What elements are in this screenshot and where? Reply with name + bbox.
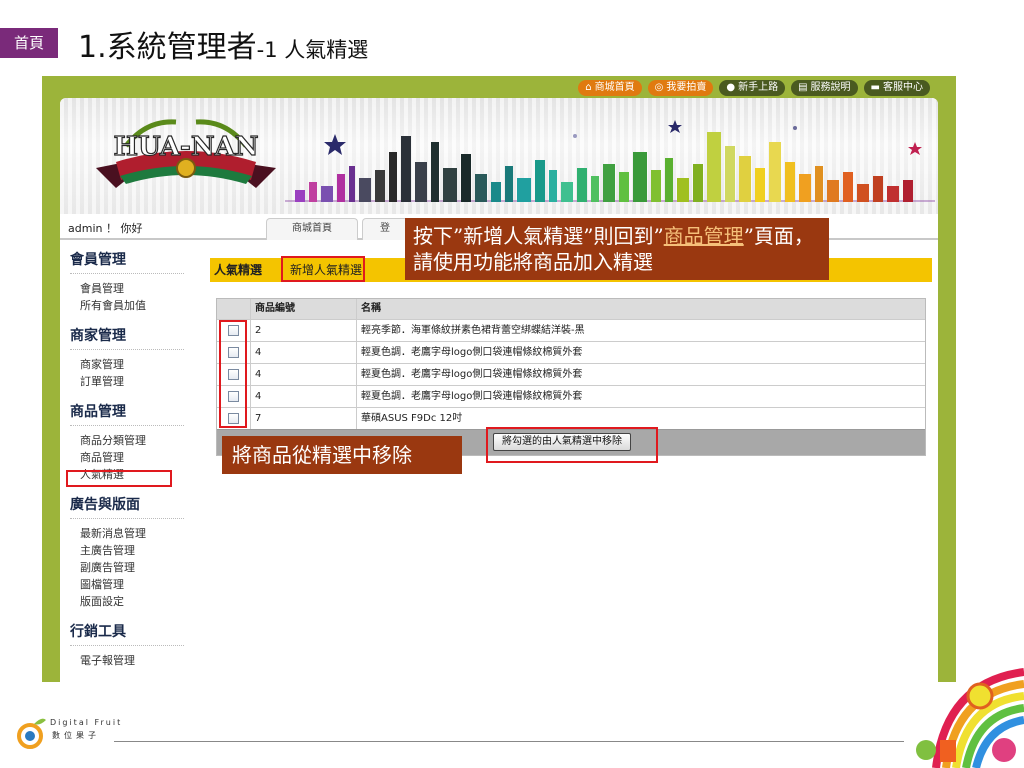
table-row: 4 輕夏色調．老鷹字母logo側口袋連帽條紋棉質外套 (217, 385, 925, 407)
site-banner: HUA-NAN (60, 98, 938, 214)
sidebar-item-merchant-management[interactable]: 商家管理 (80, 356, 186, 373)
sidebar-item-order-management[interactable]: 訂單管理 (80, 373, 186, 390)
row-product-id: 4 (251, 364, 357, 385)
row-product-id: 7 (251, 408, 357, 429)
auction-icon: ◎ (654, 82, 664, 93)
sidebar-item-category-management[interactable]: 商品分類管理 (80, 432, 186, 449)
highlight-add-tab (281, 256, 365, 282)
hua-nan-logo[interactable]: HUA-NAN (86, 110, 286, 206)
callout-add-instruction: 按下”新增人氣精選”則回到”商品管理”頁面，請使用功能將商品加入精選 (405, 218, 829, 280)
row-product-name: 華碩ASUS F9Dc 12吋 (361, 413, 463, 424)
row-product-name: 輕夏色調．老鷹字母logo側口袋連帽條紋棉質外套 (361, 369, 583, 380)
top-nav: ⌂ 商城首頁 ◎ 我要拍賣 ● 新手上路 ▤ 服務說明 ▬ 客服中心 (578, 80, 930, 96)
sidebar-item-news-management[interactable]: 最新消息管理 (80, 525, 186, 542)
table-header: 商品編號 名稱 (217, 299, 925, 319)
highlight-remove-button (486, 427, 658, 463)
tab-popular-picks[interactable]: 人氣精選 (214, 261, 262, 279)
callout-remove-instruction: 將商品從精選中移除 (222, 436, 462, 474)
site-window: HUA-NAN admin ！ 你好 商城首頁 登 會員管理 會員管理 所有會員… (60, 98, 938, 682)
sidebar-item-main-ad[interactable]: 主廣告管理 (80, 542, 186, 559)
table-row: 4 輕夏色調．老鷹字母logo側口袋連帽條紋棉質外套 (217, 341, 925, 363)
tab-login[interactable]: 登 (362, 218, 408, 240)
slide-title-main: 1.系統管理者 (78, 30, 257, 65)
logo-text: HUA-NAN (113, 132, 258, 162)
row-product-name: 輕夏色調．老鷹字母logo側口袋連帽條紋棉質外套 (361, 347, 583, 358)
chat-icon: ▬ (870, 82, 880, 93)
sidebar-group-ads: 廣告與版面 (70, 487, 184, 519)
row-product-id: 2 (251, 320, 357, 341)
table-row: 4 輕夏色調．老鷹字母logo側口袋連帽條紋棉質外套 (217, 363, 925, 385)
row-product-id: 4 (251, 386, 357, 407)
sidebar-item-image-management[interactable]: 圖檔管理 (80, 576, 186, 593)
footer-divider (114, 741, 904, 742)
decorative-rainbow-image (916, 668, 1024, 768)
sidebar-group-members: 會員管理 (70, 242, 184, 274)
highlight-popular-picks-item (66, 470, 172, 487)
topnav-newbie[interactable]: ● 新手上路 (719, 80, 786, 96)
row-product-name: 輕亮季節．海軍條紋拼素色裙背蕾空綁蝶結洋裝-黑 (361, 325, 585, 336)
topnav-home[interactable]: ⌂ 商城首頁 (578, 80, 642, 96)
sidebar-group-merchants: 商家管理 (70, 318, 184, 350)
table-row: 7 華碩ASUS F9Dc 12吋 (217, 407, 925, 429)
sidebar-group-products: 商品管理 (70, 394, 184, 426)
brand-name-chinese: 數位果子 (52, 731, 100, 740)
row-product-id: 4 (251, 342, 357, 363)
digital-fruit-logo: Digital Fruit 數位果子 (16, 714, 120, 754)
highlight-checkboxes (219, 320, 247, 428)
row-product-name: 輕夏色調．老鷹字母logo側口袋連帽條紋棉質外套 (361, 391, 583, 402)
sidebar-item-member-topup[interactable]: 所有會員加值 (80, 297, 186, 314)
header-select (217, 299, 251, 319)
sidebar-item-layout-settings[interactable]: 版面設定 (80, 593, 186, 610)
product-management-link[interactable]: 商品管理 (664, 224, 744, 248)
user-greeting: admin ！ 你好 (68, 222, 143, 235)
slide-title-sub: -1 人氣精選 (256, 38, 369, 62)
tab-mall-home[interactable]: 商城首頁 (266, 218, 358, 240)
sidebar: 會員管理 會員管理 所有會員加值 商家管理 商家管理 訂單管理 商品管理 商品分… (60, 242, 186, 682)
header-name: 名稱 (361, 303, 381, 314)
header-product-id: 商品編號 (251, 299, 357, 319)
table-row: 2 輕亮季節．海軍條紋拼素色裙背蕾空綁蝶結洋裝-黑 (217, 319, 925, 341)
sidebar-group-marketing: 行銷工具 (70, 614, 184, 646)
home-icon: ⌂ (585, 82, 592, 93)
user-icon: ● (726, 82, 736, 93)
info-icon: ▤ (798, 82, 808, 93)
home-tag[interactable]: 首頁 (0, 28, 58, 58)
slide-title: 1.系統管理者-1 人氣精選 (78, 22, 368, 66)
topnav-support[interactable]: ▬ 客服中心 (863, 80, 930, 96)
sidebar-item-product-management[interactable]: 商品管理 (80, 449, 186, 466)
city-skyline-image (285, 120, 935, 202)
topnav-service[interactable]: ▤ 服務說明 (791, 80, 858, 96)
sidebar-item-newsletter[interactable]: 電子報管理 (80, 652, 186, 669)
sidebar-item-sub-ad[interactable]: 副廣告管理 (80, 559, 186, 576)
screenshot-frame: ⌂ 商城首頁 ◎ 我要拍賣 ● 新手上路 ▤ 服務說明 ▬ 客服中心 HUA-NAN (42, 76, 956, 682)
fruit-icon (17, 718, 46, 749)
brand-name: Digital Fruit (50, 718, 123, 727)
sidebar-item-member-management[interactable]: 會員管理 (80, 280, 186, 297)
topnav-auction[interactable]: ◎ 我要拍賣 (647, 80, 714, 96)
